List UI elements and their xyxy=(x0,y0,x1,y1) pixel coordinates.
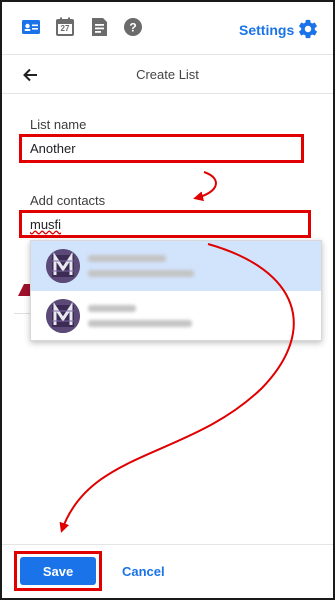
list-name-label: List name xyxy=(30,117,87,132)
add-contacts-label: Add contacts xyxy=(30,193,106,208)
top-toolbar: 27 ? Settings xyxy=(2,2,333,52)
list-name-input[interactable]: Another xyxy=(19,134,304,163)
avatar: M xyxy=(46,299,80,333)
gear-icon[interactable] xyxy=(297,18,319,40)
add-contacts-input[interactable]: musfi xyxy=(19,210,311,238)
contact-email-redacted xyxy=(88,270,194,277)
avatar: M xyxy=(46,249,80,283)
page-title: Create List xyxy=(136,67,199,82)
suggestion-item[interactable]: M xyxy=(31,241,321,291)
contact-name-redacted xyxy=(88,255,166,262)
cancel-button[interactable]: Cancel xyxy=(122,564,165,579)
add-contacts-value: musfi xyxy=(30,216,62,232)
page-header: Create List xyxy=(2,54,333,94)
contact-email-redacted xyxy=(88,320,192,327)
contact-name-redacted xyxy=(88,305,136,312)
tasks-icon[interactable] xyxy=(88,16,110,38)
svg-text:?: ? xyxy=(129,21,136,35)
settings-link[interactable]: Settings xyxy=(239,22,294,38)
suggestion-item[interactable]: M xyxy=(31,291,321,341)
calendar-day: 27 xyxy=(60,24,70,33)
save-button[interactable]: Save xyxy=(20,557,96,585)
help-icon[interactable]: ? xyxy=(122,16,144,38)
contacts-icon[interactable] xyxy=(20,16,42,38)
calendar-icon[interactable]: 27 xyxy=(54,16,76,38)
contact-suggestions: M M xyxy=(30,240,322,341)
contact-chip-edge xyxy=(18,284,30,296)
